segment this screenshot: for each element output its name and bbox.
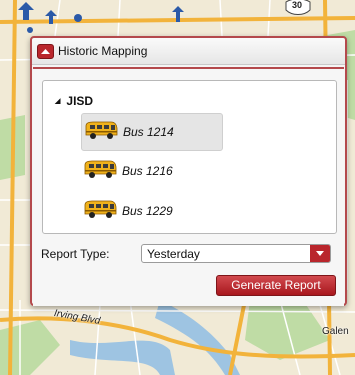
- panel-title: Historic Mapping: [58, 44, 148, 58]
- generate-report-button[interactable]: Generate Report: [216, 275, 336, 296]
- school-bus-icon: [84, 200, 117, 218]
- tree-item-bus-1229[interactable]: Bus 1229: [81, 193, 221, 229]
- dropdown-button[interactable]: [310, 245, 330, 262]
- chevron-up-icon: [41, 49, 50, 54]
- panel-body: ◢ JISD Bus 1214 Bus 1216 Bus 1229 Report…: [33, 67, 344, 306]
- panel-header: Historic Mapping: [32, 38, 345, 65]
- report-type-select[interactable]: Yesterday: [141, 244, 331, 263]
- historic-mapping-panel: Historic Mapping ◢ JISD Bus 1214 Bus 121…: [30, 36, 347, 306]
- place-label: Galen: [322, 326, 349, 337]
- tree-item-bus-1214[interactable]: Bus 1214: [81, 113, 223, 151]
- bus-label: Bus 1216: [122, 164, 173, 178]
- tree-item-bus-1216[interactable]: Bus 1216: [81, 153, 221, 189]
- bus-label: Bus 1214: [123, 125, 174, 139]
- school-bus-icon: [84, 160, 117, 178]
- report-type-value: Yesterday: [147, 247, 200, 261]
- chevron-down-icon: [316, 251, 324, 256]
- report-type-label: Report Type:: [41, 247, 110, 261]
- collapse-button[interactable]: [37, 44, 54, 59]
- school-bus-icon: [85, 121, 118, 139]
- highway-shield-label: 30: [292, 0, 303, 10]
- tree-root-label: JISD: [66, 94, 94, 108]
- bus-label: Bus 1229: [122, 204, 173, 218]
- bus-tree: ◢ JISD Bus 1214 Bus 1216 Bus 1229: [42, 80, 337, 234]
- tree-root-node[interactable]: ◢ JISD: [55, 94, 93, 108]
- expand-triangle-icon[interactable]: ◢: [55, 97, 60, 105]
